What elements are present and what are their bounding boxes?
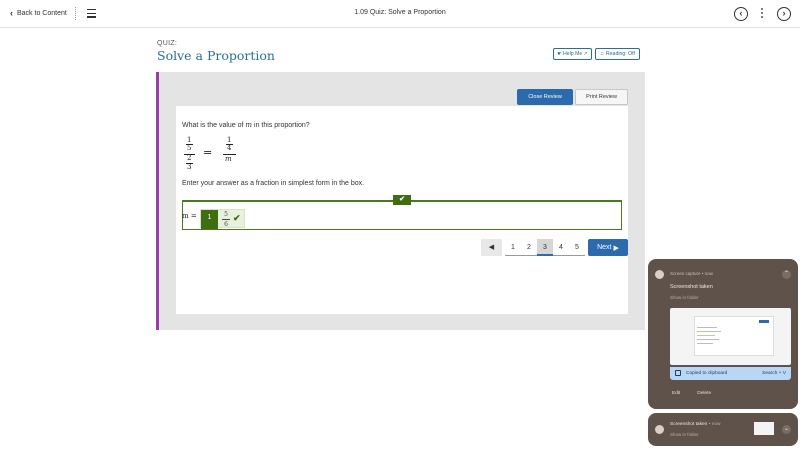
more-options-icon[interactable] <box>761 8 764 20</box>
pager-prev-button[interactable]: ◀ <box>481 239 502 256</box>
answer-chip: 1 5 6 ✔ <box>200 209 245 229</box>
reading-label: Reading: Off <box>605 51 635 57</box>
eq-right-den: m <box>225 155 232 163</box>
screenshot-thumbnail[interactable] <box>670 308 791 365</box>
triangle-left-icon: ◀ <box>488 244 495 251</box>
page-2-button[interactable]: 2 <box>521 239 537 256</box>
screenshot-mini-thumbnail[interactable] <box>754 422 774 435</box>
page-4-button[interactable]: 4 <box>553 239 569 256</box>
next-button[interactable]: Next ▶ <box>588 239 628 256</box>
quiz-kicker: QUIZ: <box>157 40 178 47</box>
top-bar: ‹ Back to Content 1.09 Quiz: Solve a Pro… <box>0 0 800 28</box>
next-activity-button[interactable]: › <box>777 7 791 21</box>
notification-title: Screenshot taken • now <box>670 422 721 427</box>
copied-to-clipboard-banner: Copied to clipboard Search + V <box>670 367 791 380</box>
screen-capture-icon <box>655 425 664 434</box>
page-title: 1.09 Quiz: Solve a Proportion <box>354 9 446 16</box>
eq-left-den2: 3 <box>187 163 192 171</box>
check-icon: ✔ <box>233 213 241 223</box>
eq-left-num-den: 5 <box>187 144 192 152</box>
eq-right-num-den: 4 <box>227 144 232 152</box>
eq-left-num-num: 1 <box>187 136 192 144</box>
close-review-button[interactable]: Close Review <box>517 89 573 105</box>
help-me-label: Help Me <box>562 51 583 57</box>
answer-label: m = <box>182 212 197 220</box>
screenshot-notification-2[interactable]: Screenshot taken • now Show in folder ⌄ <box>648 413 798 446</box>
page-5-button[interactable]: 5 <box>569 239 585 256</box>
answer-numerator: 5 <box>224 211 228 218</box>
chevron-right-icon: › <box>782 8 786 18</box>
question-pager: ◀ 1 2 3 4 5 <box>481 239 585 256</box>
screen-capture-icon <box>655 270 664 279</box>
chevron-left-icon: ‹ <box>739 8 743 18</box>
instruction-text: Enter your answer as a fraction in simpl… <box>182 180 365 187</box>
answer-index: 1 <box>201 210 218 229</box>
page-3-button[interactable]: 3 <box>537 239 553 256</box>
headphones-icon: ♫ <box>600 51 604 57</box>
next-label: Next <box>597 244 612 251</box>
expand-icon[interactable]: ⌄ <box>782 425 791 434</box>
help-me-button[interactable]: ☛ Help Me ↗ <box>553 48 592 60</box>
shortcut-label: Search + V <box>762 371 786 376</box>
quiz-title: Solve a Proportion <box>157 48 275 63</box>
equals-sign: = <box>203 146 213 159</box>
external-link-icon: ↗ <box>583 51 588 57</box>
edit-button[interactable]: Edit <box>672 391 680 396</box>
page-1-button[interactable]: 1 <box>505 239 521 256</box>
answer-fraction: 5 6 <box>222 211 230 228</box>
triangle-right-icon: ▶ <box>613 244 619 252</box>
eq-left-den: 2 <box>187 154 192 162</box>
answer-denominator: 6 <box>224 221 228 228</box>
delete-button[interactable]: Delete <box>697 391 711 396</box>
reading-toggle-button[interactable]: ♫ Reading: Off <box>595 48 640 60</box>
screenshot-notification[interactable]: Screen capture • now ⌃ Screenshot taken … <box>648 259 798 409</box>
show-in-folder-link[interactable]: Show in folder <box>670 295 699 300</box>
notification-app-line: Screen capture • now <box>670 271 713 276</box>
copied-label: Copied to clipboard <box>686 371 728 376</box>
hand-icon: ☛ <box>557 51 562 57</box>
notification-title: Screenshot taken <box>670 284 713 290</box>
previous-activity-button[interactable]: ‹ <box>734 7 748 21</box>
clipboard-icon <box>675 370 681 376</box>
show-in-folder-link[interactable]: Show in folder <box>670 432 699 437</box>
proportion-equation: 1 5 2 3 = 1 4 m <box>182 136 242 173</box>
eq-right-num-num: 1 <box>227 136 232 144</box>
question-text: What is the value of m in this proportio… <box>182 121 310 129</box>
collapse-icon[interactable]: ⌃ <box>782 270 791 279</box>
print-review-button[interactable]: Print Review <box>575 89 628 105</box>
check-icon: ✔ <box>393 195 411 205</box>
